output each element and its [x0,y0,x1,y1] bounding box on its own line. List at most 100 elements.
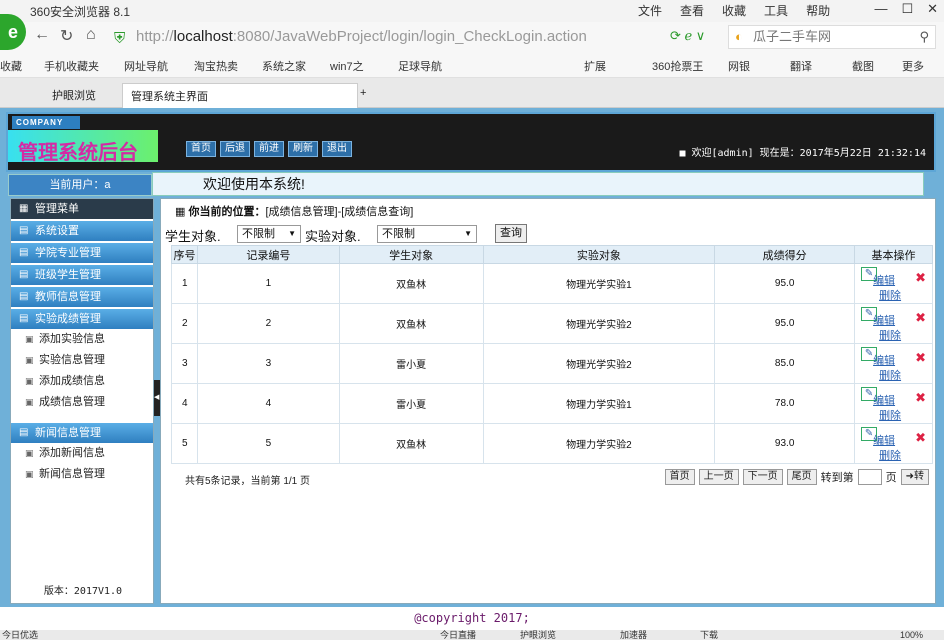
menu-view[interactable]: 查看 [680,2,704,19]
edit-link[interactable]: 编辑 [873,352,895,368]
chevron-down-icon: ▼ [288,229,296,238]
row-actions: ✎ 编辑 删除 ✖ [855,344,932,383]
sidebar-group-experiment[interactable]: ▤ 实验成绩管理 [11,309,153,329]
minimize-icon[interactable]: — [874,1,887,17]
page-icon: ▣ [25,334,34,344]
sidebar-group-class[interactable]: ▤ 班级学生管理 [11,265,153,285]
delete-link[interactable]: 删除 [879,287,901,303]
table-icon: ▦ [175,206,186,218]
status-item[interactable]: 加速器 [620,630,647,640]
go-button[interactable]: ➜转 [900,469,929,485]
status-item[interactable]: 今日直播 [440,630,476,640]
menu-file[interactable]: 文件 [638,2,662,19]
arrow-right-icon: ➜ [905,471,914,482]
bookmark[interactable]: 收藏 [0,58,22,74]
bookmark[interactable]: 手机收藏夹 [44,58,99,74]
delete-link[interactable]: 删除 [879,447,901,463]
menu-title: ▦ 管理菜单 [11,199,153,219]
experiment-select[interactable]: 不限制 ▼ [377,225,477,243]
edit-link[interactable]: 编辑 [873,272,895,288]
bookmark[interactable]: 网址导航 [124,58,168,74]
menu-favorites[interactable]: 收藏 [722,2,746,19]
bookmark[interactable]: 足球导航 [398,58,442,74]
back-icon[interactable]: ← [34,26,50,44]
edit-link[interactable]: 编辑 [873,392,895,408]
first-page-button[interactable]: 首页 [664,469,695,485]
menu-help[interactable]: 帮助 [806,2,830,19]
next-page-button[interactable]: 下一页 [742,469,783,485]
item-label: 添加实验信息 [39,333,105,345]
refresh-icon[interactable]: ↻ [60,26,73,46]
sidebar-item-score-manage[interactable]: ▣ 成绩信息管理 [11,392,153,413]
tab-eyecare[interactable]: 护眼浏览 [44,83,104,108]
forward-button[interactable]: 前进 [254,141,284,157]
sidebar-group-news[interactable]: ▤ 新闻信息管理 [11,423,153,443]
delete-link[interactable]: 删除 [879,327,901,343]
new-tab-icon[interactable]: + [352,83,374,108]
page-icon: ▣ [25,355,34,365]
student-select[interactable]: 不限制 ▼ [237,225,301,243]
query-button[interactable]: 查询 [495,224,527,243]
delete-icon[interactable]: ✖ [915,310,926,326]
table-row: 2 2 双鱼林 物理光学实验2 95.0 ✎ 编辑 删除 ✖ [171,303,933,344]
bookmark[interactable]: 截图 [852,58,874,74]
shield-icon: ⛨ [114,30,126,47]
cell-student: 双鱼林 [338,423,484,464]
maximize-icon[interactable]: ☐ [901,1,913,17]
status-item[interactable]: 护眼浏览 [520,630,556,640]
sidebar-item-experiment-manage[interactable]: ▣ 实验信息管理 [11,350,153,371]
prev-page-button[interactable]: 上一页 [698,469,739,485]
delete-link[interactable]: 删除 [879,367,901,383]
bookmark[interactable]: 网银 [728,58,750,74]
delete-link[interactable]: 删除 [879,407,901,423]
bookmark[interactable]: 系统之家 [262,58,306,74]
refresh-button[interactable]: 刷新 [288,141,318,157]
item-label: 新闻信息管理 [39,468,105,480]
sidebar-item-add-experiment[interactable]: ▣ 添加实验信息 [11,329,153,350]
url-field[interactable]: ⛨ http://localhost:8080/JavaWebProject/l… [108,25,708,49]
bookmark[interactable]: 更多 [902,58,924,74]
status-item[interactable]: 今日优选 [2,630,38,640]
menu-tools[interactable]: 工具 [764,2,788,19]
sidebar-group-college[interactable]: ▤ 学院专业管理 [11,243,153,263]
url-path: :8080/JavaWebProject/login/login_CheckLo… [232,28,587,45]
sidebar-item-add-news[interactable]: ▣ 添加新闻信息 [11,443,153,464]
zoom-level[interactable]: 100% [900,630,923,640]
status-item[interactable]: 下载 [700,630,718,640]
sidebar-item-add-score[interactable]: ▣ 添加成绩信息 [11,371,153,392]
pager-info: 共有5条记录，当前第 1/1 页 [185,476,311,487]
sidebar-group-system[interactable]: ▤ 系统设置 [11,221,153,241]
home-button[interactable]: 首页 [186,141,216,157]
last-page-button[interactable]: 尾页 [786,469,817,485]
row-actions: ✎ 编辑 删除 ✖ [855,384,932,423]
edit-link[interactable]: 编辑 [873,432,895,448]
tab-admin-main[interactable]: 管理系统主界面 [122,83,358,108]
close-icon[interactable]: ✕ [927,1,938,17]
speed-icon[interactable]: ⟳ ℯ ∨ [670,28,705,44]
delete-icon[interactable]: ✖ [915,350,926,366]
table-row: 5 5 双鱼林 物理力学实验2 93.0 ✎ 编辑 删除 ✖ [171,423,933,464]
delete-icon[interactable]: ✖ [915,430,926,446]
delete-icon[interactable]: ✖ [915,390,926,406]
home-icon[interactable]: ⌂ [86,26,96,44]
cell-record-id: 4 [196,383,340,424]
list-icon: ▤ [19,269,29,280]
search-input[interactable]: ◐ 瓜子二手车网 ⚲ [728,25,936,49]
search-icon[interactable]: ⚲ [919,26,929,48]
sidebar-item-news-manage[interactable]: ▣ 新闻信息管理 [11,464,153,485]
page-number-input[interactable] [857,469,882,485]
back-button[interactable]: 后退 [220,141,250,157]
sidebar-group-teacher[interactable]: ▤ 教师信息管理 [11,287,153,307]
bookmark-bar: 收藏 手机收藏夹 网址导航 淘宝热卖 系统之家 win7之 足球导航 扩展 36… [0,52,944,78]
delete-icon[interactable]: ✖ [915,270,926,286]
bookmark[interactable]: 翻译 [790,58,812,74]
page-label: 页 [885,472,897,484]
bookmark[interactable]: 360抢票王 [652,58,703,74]
logout-button[interactable]: 退出 [322,141,352,157]
edit-link[interactable]: 编辑 [873,312,895,328]
bookmark[interactable]: 淘宝热卖 [194,58,238,74]
admin-page: COMPANY 管理系统后台 首页 后退 前进 刷新 退出 ■ 欢迎[admin… [0,108,944,630]
bookmark[interactable]: win7之 [330,58,364,74]
cell-experiment: 物理光学实验2 [482,303,716,344]
bookmark[interactable]: 扩展 [584,58,606,74]
